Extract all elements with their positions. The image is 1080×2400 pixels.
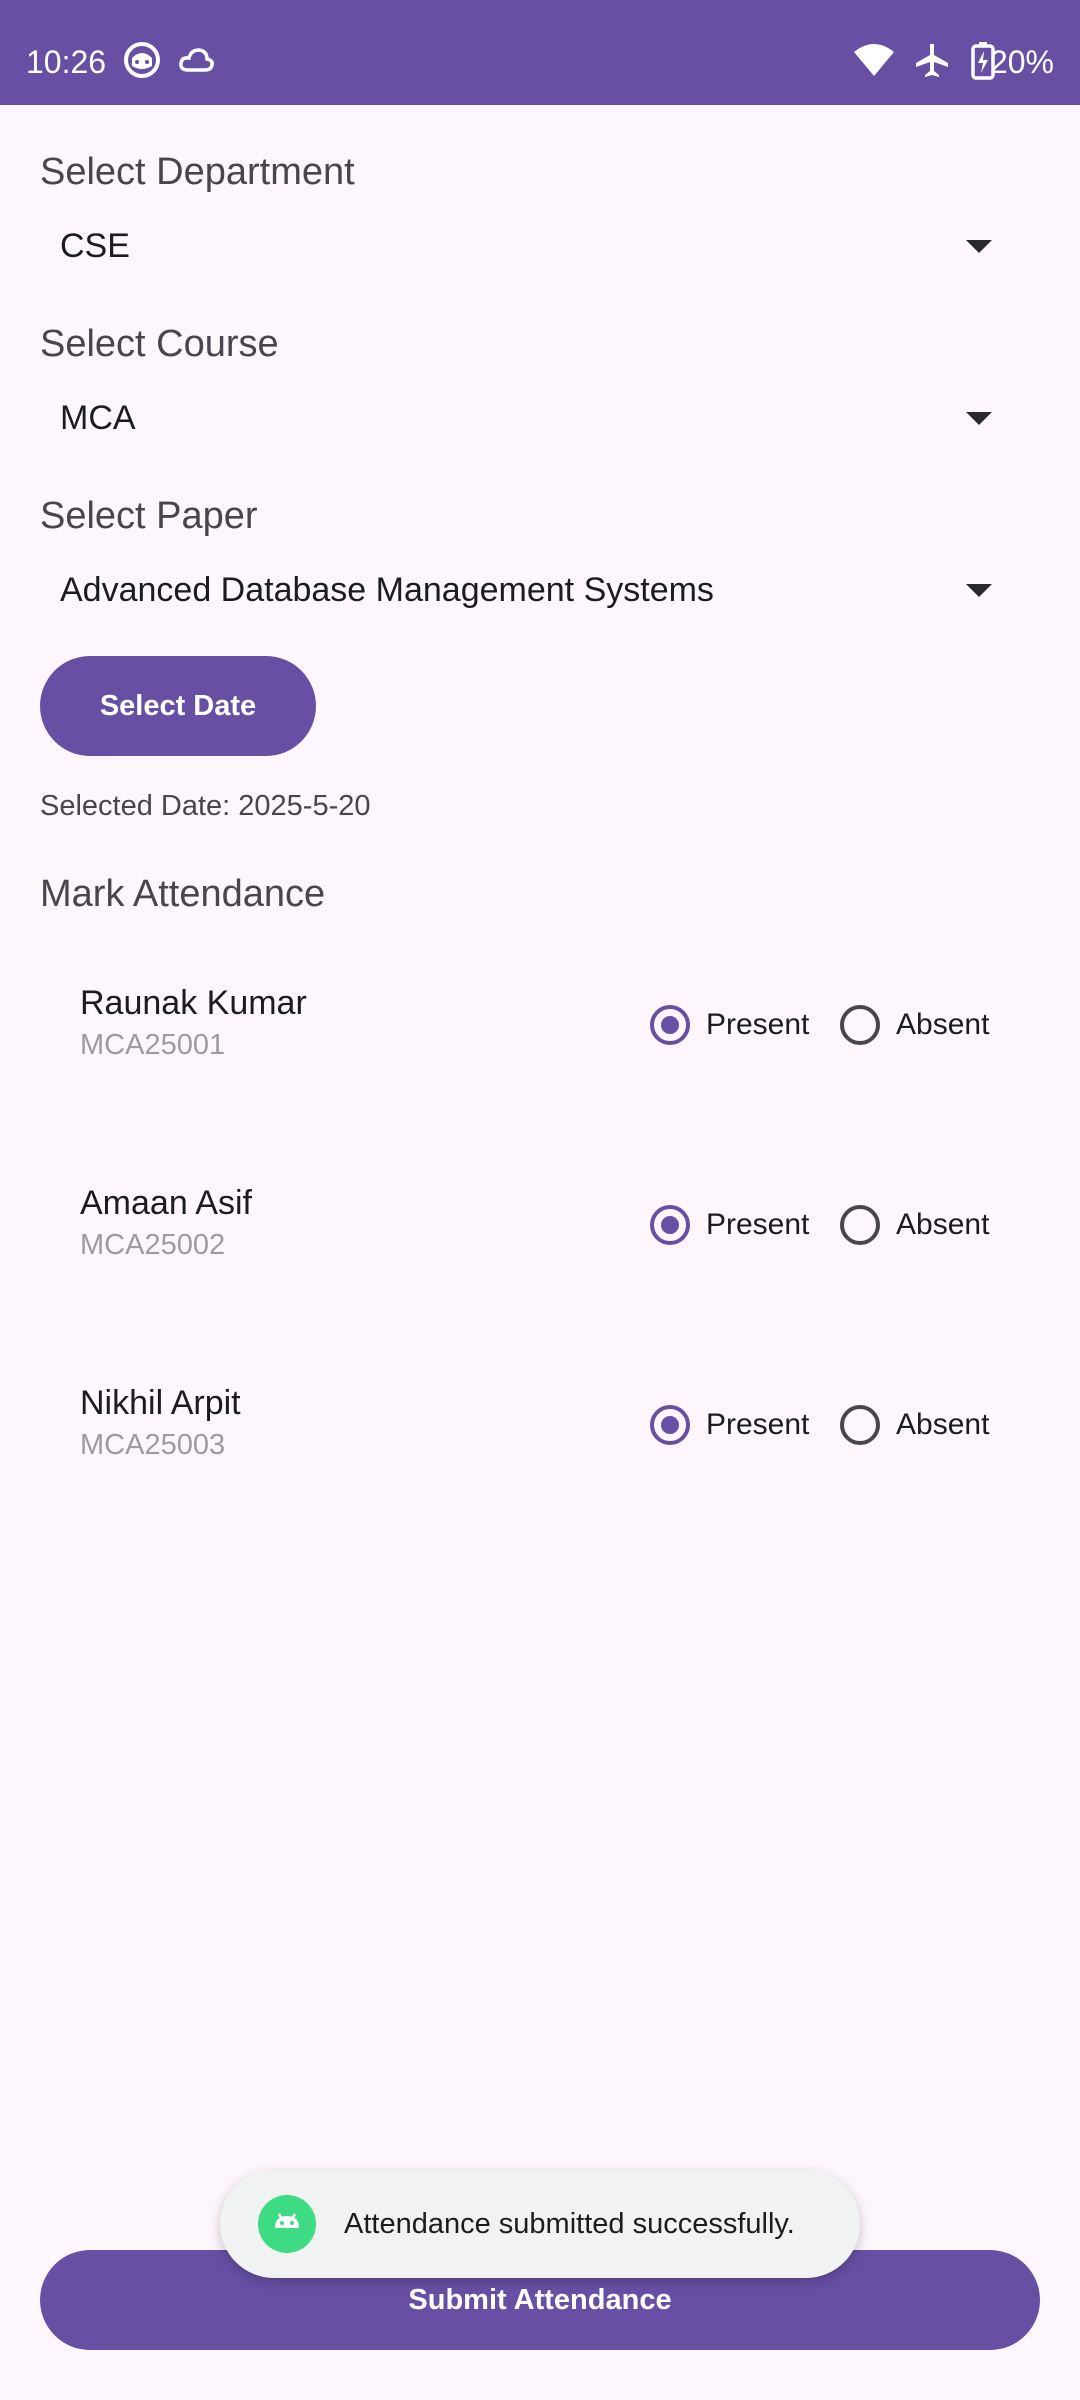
course-label: Select Course [40, 323, 279, 365]
department-label: Select Department [40, 151, 355, 193]
absent-label: Absent [896, 1408, 990, 1441]
mark-attendance-title: Mark Attendance [40, 873, 326, 915]
cloud-icon [176, 40, 216, 80]
dropdown-arrow-icon [966, 584, 992, 597]
absent-radio[interactable] [840, 1405, 880, 1445]
selected-date-text: Selected Date: 2025-5-20 [40, 790, 371, 822]
battery-percentage: 20% [989, 44, 1054, 80]
toast-message: Attendance submitted successfully. [344, 2207, 795, 2240]
student-name: Amaan Asif [80, 1184, 252, 1222]
absent-option[interactable]: Absent [840, 995, 989, 1055]
absent-radio[interactable] [840, 1005, 880, 1045]
paper-label: Select Paper [40, 495, 258, 537]
wifi-icon [852, 40, 896, 80]
select-date-button[interactable]: Select Date [40, 656, 316, 756]
present-radio[interactable] [650, 1205, 690, 1245]
absent-label: Absent [896, 1208, 990, 1241]
absent-label: Absent [896, 1008, 990, 1041]
student-row: Amaan Asif MCA25002 Present Absent [0, 1183, 1080, 1303]
airplane-mode-icon [912, 40, 952, 80]
student-row: Raunak Kumar MCA25001 Present Absent [0, 983, 1080, 1103]
paper-value: Advanced Database Management Systems [60, 571, 714, 609]
department-value: CSE [60, 227, 130, 265]
present-label: Present [706, 1408, 810, 1441]
toast-notification: Attendance submitted successfully. [220, 2170, 860, 2278]
present-option[interactable]: Present [650, 1195, 809, 1255]
status-bar: 10:26 20% [0, 0, 1080, 105]
dropdown-arrow-icon [966, 240, 992, 253]
face-notification-icon [122, 40, 162, 80]
absent-option[interactable]: Absent [840, 1395, 989, 1455]
present-radio[interactable] [650, 1005, 690, 1045]
absent-option[interactable]: Absent [840, 1195, 989, 1255]
student-id: MCA25002 [80, 1229, 226, 1261]
paper-dropdown[interactable]: Advanced Database Management Systems [40, 552, 1000, 632]
present-label: Present [706, 1008, 810, 1041]
android-app-icon [258, 2195, 316, 2253]
present-option[interactable]: Present [650, 1395, 809, 1455]
student-id: MCA25003 [80, 1429, 226, 1461]
present-radio[interactable] [650, 1405, 690, 1445]
student-name: Raunak Kumar [80, 984, 307, 1022]
student-row: Nikhil Arpit MCA25003 Present Absent [0, 1383, 1080, 1503]
present-label: Present [706, 1208, 810, 1241]
dropdown-arrow-icon [966, 412, 992, 425]
status-time: 10:26 [26, 44, 107, 80]
student-id: MCA25001 [80, 1029, 226, 1061]
absent-radio[interactable] [840, 1205, 880, 1245]
course-value: MCA [60, 399, 136, 437]
present-option[interactable]: Present [650, 995, 809, 1055]
department-dropdown[interactable]: CSE [40, 208, 1000, 288]
course-dropdown[interactable]: MCA [40, 380, 1000, 460]
student-name: Nikhil Arpit [80, 1384, 241, 1422]
